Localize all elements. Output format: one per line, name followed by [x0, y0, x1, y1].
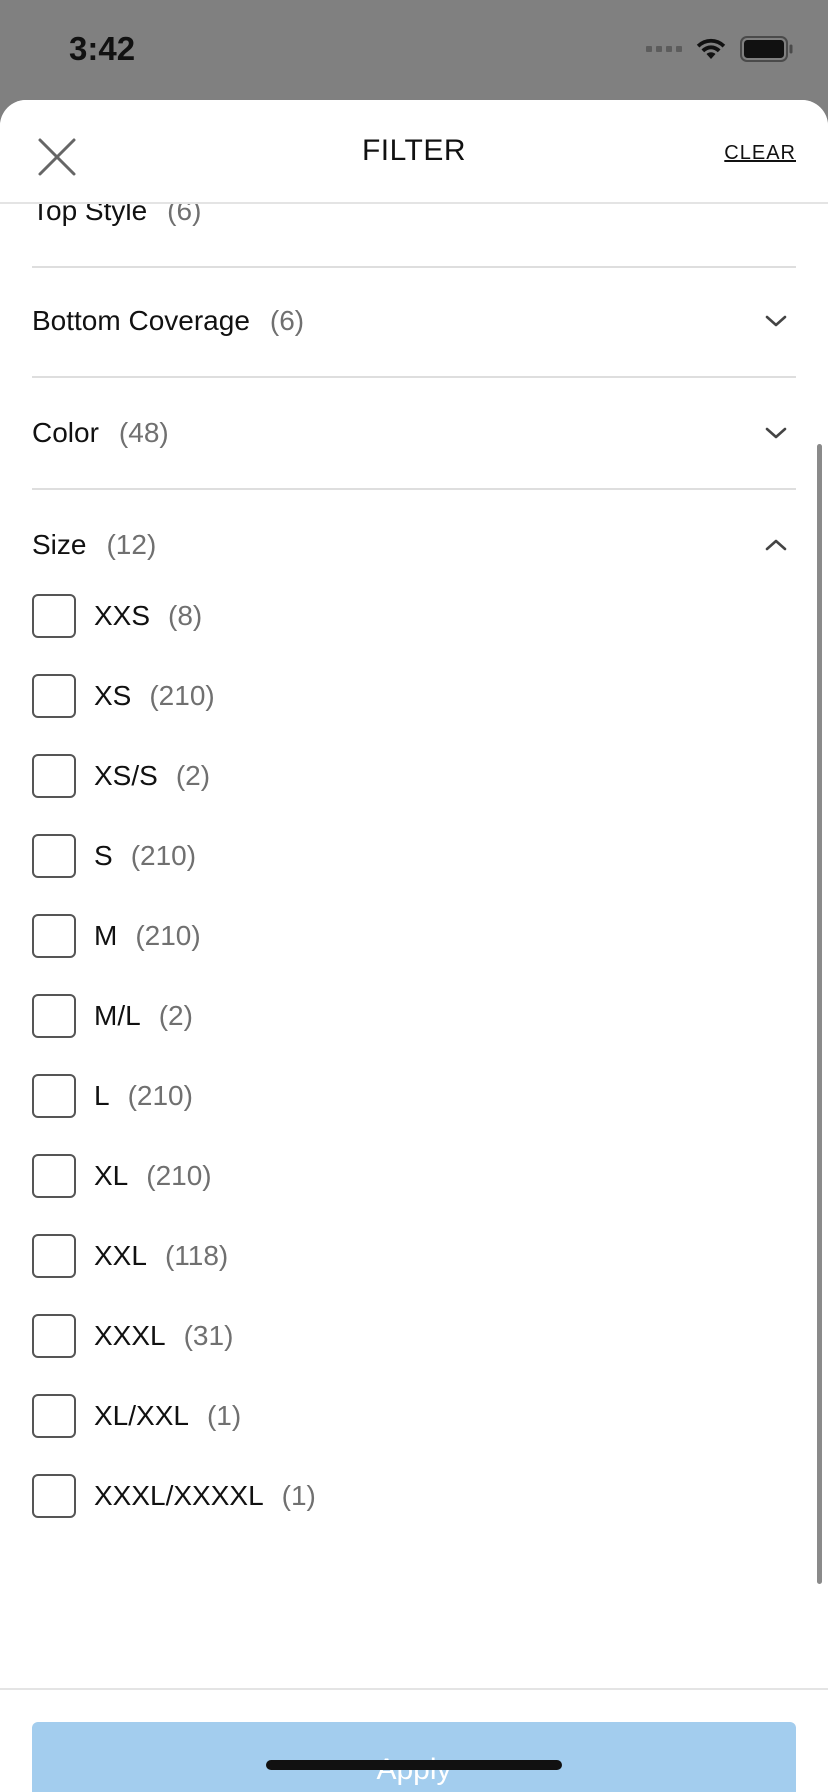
section-count: (12): [106, 529, 157, 560]
size-option[interactable]: XXXL/XXXXL (1): [32, 1456, 796, 1536]
size-checkbox[interactable]: [32, 1154, 76, 1198]
size-checkbox[interactable]: [32, 1314, 76, 1358]
size-count: (1): [281, 1480, 316, 1511]
size-label: XS: [94, 680, 132, 711]
size-label: M: [94, 920, 118, 951]
section-color[interactable]: Color (48): [32, 378, 796, 490]
size-label: XL/XXL: [94, 1400, 189, 1431]
status-bar: 3:42: [0, 0, 828, 100]
scrollbar[interactable]: [817, 444, 822, 1584]
filter-scroll-area[interactable]: Top Style (6) Bottom Coverage (6) Color …: [0, 204, 828, 1688]
size-label: XXXL/XXXXL: [94, 1480, 264, 1511]
section-top-style[interactable]: Top Style (6): [32, 204, 796, 268]
size-option[interactable]: XL/XXL (1): [32, 1376, 796, 1456]
size-count: (210): [146, 1160, 212, 1191]
size-option[interactable]: XXL (118): [32, 1216, 796, 1296]
size-label: XS/S: [94, 760, 158, 791]
size-label: XXXL: [94, 1320, 166, 1351]
size-count: (210): [127, 1080, 193, 1111]
size-count: (31): [183, 1320, 234, 1351]
sheet-header: FILTER CLEAR: [0, 100, 828, 204]
size-count: (118): [164, 1240, 229, 1271]
clear-button[interactable]: CLEAR: [724, 142, 796, 165]
status-icons: [646, 36, 794, 62]
size-count: (210): [149, 680, 215, 711]
section-count: (6): [167, 204, 202, 226]
size-options-list: XXS (8) XS (210) XS/S (2) S (210) M (210…: [32, 576, 796, 1536]
size-checkbox[interactable]: [32, 594, 76, 638]
size-checkbox[interactable]: [32, 994, 76, 1038]
status-time: 3:42: [69, 30, 136, 67]
size-label: XXL: [94, 1240, 147, 1271]
size-option[interactable]: L (210): [32, 1056, 796, 1136]
chevron-down-icon: [765, 315, 787, 327]
section-bottom-coverage[interactable]: Bottom Coverage (6): [32, 266, 796, 378]
size-option[interactable]: XL (210): [32, 1136, 796, 1216]
home-indicator[interactable]: [266, 1760, 562, 1770]
size-count: (2): [158, 1000, 193, 1031]
size-label: XXS: [94, 600, 151, 631]
chevron-down-icon: [765, 427, 787, 439]
sheet-title: FILTER: [361, 134, 467, 167]
section-label: Size: [32, 529, 87, 560]
section-label: Top Style: [32, 204, 148, 226]
size-count: (8): [168, 600, 203, 631]
wifi-icon: [696, 38, 726, 59]
size-count: (210): [135, 920, 201, 951]
size-checkbox[interactable]: [32, 914, 76, 958]
size-label: XL: [94, 1160, 129, 1191]
size-checkbox[interactable]: [32, 834, 76, 878]
size-checkbox[interactable]: [32, 1474, 76, 1518]
size-label: M/L: [94, 1000, 141, 1031]
battery-icon: [740, 36, 793, 62]
size-option[interactable]: XS/S (2): [32, 736, 796, 816]
size-option[interactable]: M/L (2): [32, 976, 796, 1056]
size-checkbox[interactable]: [32, 1234, 76, 1278]
size-option[interactable]: M (210): [32, 896, 796, 976]
section-label: Color: [32, 417, 99, 448]
chevron-up-icon: [765, 539, 787, 551]
size-count: (1): [206, 1400, 242, 1431]
size-checkbox[interactable]: [32, 1074, 76, 1118]
section-count: (48): [118, 417, 169, 448]
size-checkbox[interactable]: [32, 754, 76, 798]
cellular-signal-icon: [646, 46, 682, 52]
size-option[interactable]: XXS (8): [32, 576, 796, 656]
size-label: L: [94, 1080, 110, 1111]
size-checkbox[interactable]: [32, 674, 76, 718]
size-count: (210): [130, 840, 197, 871]
sheet-footer: Apply: [0, 1688, 828, 1792]
size-label: S: [94, 840, 113, 871]
size-checkbox[interactable]: [32, 1394, 76, 1438]
section-count: (6): [269, 305, 305, 336]
size-option[interactable]: XXXL (31): [32, 1296, 796, 1376]
size-count: (2): [175, 760, 211, 791]
filter-sheet: FILTER CLEAR Top Style (6) Bottom Covera…: [0, 100, 828, 1792]
size-option[interactable]: XS (210): [32, 656, 796, 736]
size-option[interactable]: S (210): [32, 816, 796, 896]
section-label: Bottom Coverage: [32, 305, 250, 336]
apply-button[interactable]: Apply: [32, 1722, 796, 1792]
